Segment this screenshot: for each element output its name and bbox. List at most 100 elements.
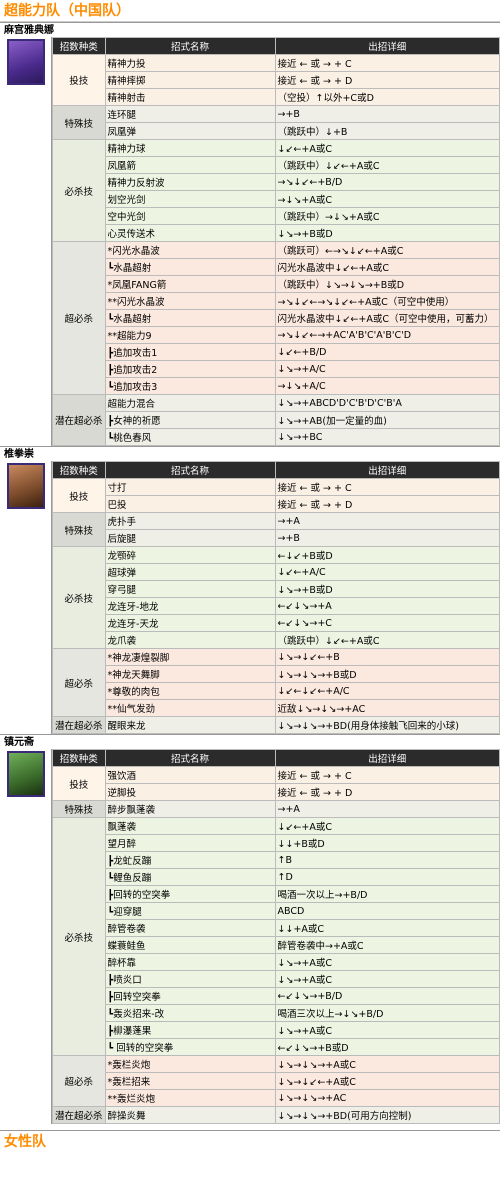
move-name: 精神摔掷 — [104, 71, 276, 89]
move-name: 龙连牙-地龙 — [104, 597, 276, 615]
move-detail: →+B — [274, 529, 500, 547]
move-category: 超必杀 — [52, 648, 106, 717]
move-name: 精神射击 — [104, 88, 276, 106]
move-name: 连环腿 — [104, 105, 276, 123]
table-row: 超必杀 *闪光水晶波 （跳跃可）←→↘↓↙←+A或C — [52, 241, 500, 395]
move-name: *凤凰FANG箭 — [104, 275, 276, 293]
table-row: **闪光水晶波 →↘↓↙←→↘↓↙←+A或C（可空中使用） — [53, 292, 500, 310]
move-detail: ↓↘→↓↘→+BD(用身体接触飞回来的小球) — [274, 716, 500, 734]
move-name: 精神力反射波 — [104, 173, 276, 191]
move-category: 特殊技 — [52, 512, 106, 547]
character-name: 镇元斋 — [0, 734, 500, 749]
move-detail: 接近 ← 或 → + D — [274, 71, 500, 89]
move-name: ┣回转的空突拳 — [104, 885, 276, 903]
move-name: 醉管卷袭 — [104, 919, 276, 937]
page-title: 超能力队（中国队） — [0, 0, 500, 22]
move-detail: ↓↘→+A/C — [274, 360, 500, 378]
table-header-row: 招数种类 招式名称 出招详细 — [52, 749, 500, 767]
table-row: 投技 强饮酒 接近 ← 或 → + C — [52, 766, 500, 801]
move-detail: 接近 ← 或 → + D — [274, 783, 500, 801]
move-name: ┗迎穿腿 — [104, 902, 276, 920]
move-name: *轰栏招来 — [104, 1072, 276, 1090]
table-row: 潜在超必杀 醒眼来龙 ↓↘→↓↘→+BD(用身体接触飞回来的小球) — [52, 716, 500, 734]
table-row: **轰烂炎炮 ↓↘→↓↘→+AC — [53, 1089, 500, 1107]
move-detail: 醉管卷袭中→+A或C — [274, 936, 500, 954]
table-row: ┣女神的祈愿 ↓↘→+AB(加一定量的血) — [53, 411, 500, 429]
table-row: 醉管卷袭 ↓↓+A或C — [53, 919, 500, 937]
table-row: ┗ 回转的空突拳 ←↙↓↘→+B或D — [53, 1038, 500, 1056]
move-category: 投技 — [52, 478, 106, 513]
table-row: ┣追加攻击1 ↓↙←+B/D — [53, 343, 500, 361]
move-name: ┗追加攻击3 — [104, 377, 276, 395]
character-portrait — [0, 37, 52, 446]
table-row: ┣龙虻反蹦 ↑B — [53, 851, 500, 869]
move-detail: （跳跃中）↓↘→↓↘→+B或D — [274, 275, 500, 293]
table-row: 超必杀 *神龙凄煌裂脚 ↓↘→↓↙←+B — [52, 648, 500, 717]
table-row: 必杀技 精神力球 ↓↙←+A或C — [52, 139, 500, 242]
move-name: 望月醉 — [104, 834, 276, 852]
header-name: 招式名称 — [104, 749, 276, 767]
move-name: 凤凰箭 — [104, 156, 276, 174]
table-header-row: 招数种类 招式名称 出招详细 — [52, 37, 500, 55]
move-detail: ←↙↓↘→+B或D — [274, 1038, 500, 1056]
move-name: 划空光剑 — [104, 190, 276, 208]
table-row: ┣追加攻击2 ↓↘→+A/C — [53, 360, 500, 378]
table-row: 超必杀 *轰栏炎炮 ↓↘→↓↘→+A或C — [52, 1055, 500, 1107]
move-detail: ↓↘→+AB(加一定量的血) — [274, 411, 500, 429]
move-name: ┗轰炎招来-改 — [104, 1004, 276, 1022]
move-category: 特殊技 — [52, 105, 106, 140]
table-row: 后旋腿 →+B — [53, 529, 500, 547]
move-name: *闪光水晶波 — [104, 241, 276, 259]
portrait-image — [7, 39, 45, 85]
move-detail: ABCD — [274, 902, 500, 920]
portrait-image — [7, 751, 45, 797]
table-row: 醉杯靠 ↓↘→+A或C — [53, 953, 500, 971]
move-name: *轰栏炎炮 — [104, 1055, 276, 1073]
move-name: 强饮酒 — [104, 766, 276, 784]
table-row: ┗轰炎招来-改 喝酒三次以上→↓↘+B/D — [53, 1004, 500, 1022]
move-name: ┗桃色春风 — [104, 428, 276, 446]
character-portrait — [0, 749, 52, 1124]
table-row: 划空光剑 →↓↘+A或C — [53, 190, 500, 208]
move-detail: 接近 ← 或 → + C — [274, 54, 500, 72]
move-detail: ←↙↓↘→+A — [274, 597, 500, 615]
move-name: 龙连牙-天龙 — [104, 614, 276, 632]
move-name: 超能力混合 — [104, 394, 276, 412]
table-row: ┗追加攻击3 →↓↘+A/C — [53, 377, 500, 395]
table-row: 精神射击 （空投）↑以外+C或D — [53, 88, 500, 106]
table-row: ┗迎穿腿 ABCD — [53, 902, 500, 920]
table-row: 特殊技 虎扑手 →+A — [52, 512, 500, 547]
move-name: ┗ 回转的空突拳 — [104, 1038, 276, 1056]
table-row: ┣柳瀑蓬果 ↓↘→+A或C — [53, 1021, 500, 1039]
move-detail: ↓↙←+A/C — [274, 563, 500, 581]
move-name: **轰烂炎炮 — [104, 1089, 276, 1107]
move-detail: ↓↘→+B或D — [274, 580, 500, 598]
table-row: 特殊技 醉步飘蓬袭 →+A — [52, 800, 500, 818]
move-name: ┣喷炎口 — [104, 970, 276, 988]
table-row: ┗水晶超射 闪光水晶波中↓↙←+A或C（可空中使用，可蓄力） — [53, 309, 500, 327]
move-category: 特殊技 — [52, 800, 106, 818]
move-category: 超必杀 — [52, 1055, 106, 1107]
header-cat: 招数种类 — [52, 37, 106, 55]
move-category: 潜在超必杀 — [52, 716, 106, 734]
move-name: ┗鲤鱼反蹦 — [104, 868, 276, 886]
table-row: 特殊技 连环腿 →+B — [52, 105, 500, 140]
move-category: 必杀技 — [52, 546, 106, 649]
move-detail: →↓↘+A或C — [274, 190, 500, 208]
move-name: *尊敬的肉包 — [104, 682, 276, 700]
move-name: 龙颚碎 — [104, 546, 276, 564]
move-category: 投技 — [52, 54, 106, 106]
move-name: 醉操炎舞 — [104, 1106, 276, 1124]
move-name: 凤凰弹 — [104, 122, 276, 140]
move-name: 醉步飘蓬袭 — [104, 800, 276, 818]
move-detail: ←↓↙+B或D — [274, 546, 500, 564]
move-category: 必杀技 — [52, 817, 106, 1056]
move-detail: ↓↘→↓↙←+B — [274, 648, 500, 666]
move-detail: ↓↘→+A或C — [274, 1021, 500, 1039]
table-row: 投技 精神力投 接近 ← 或 → + C — [52, 54, 500, 106]
move-name: **闪光水晶波 — [104, 292, 276, 310]
move-name: 精神力投 — [104, 54, 276, 72]
move-detail: ↓↘→↓↘→+A或C — [274, 1055, 500, 1073]
move-name: *神龙凄煌裂脚 — [104, 648, 276, 666]
table-row: ┣回转的空突拳 喝酒一次以上→+B/D — [53, 885, 500, 903]
